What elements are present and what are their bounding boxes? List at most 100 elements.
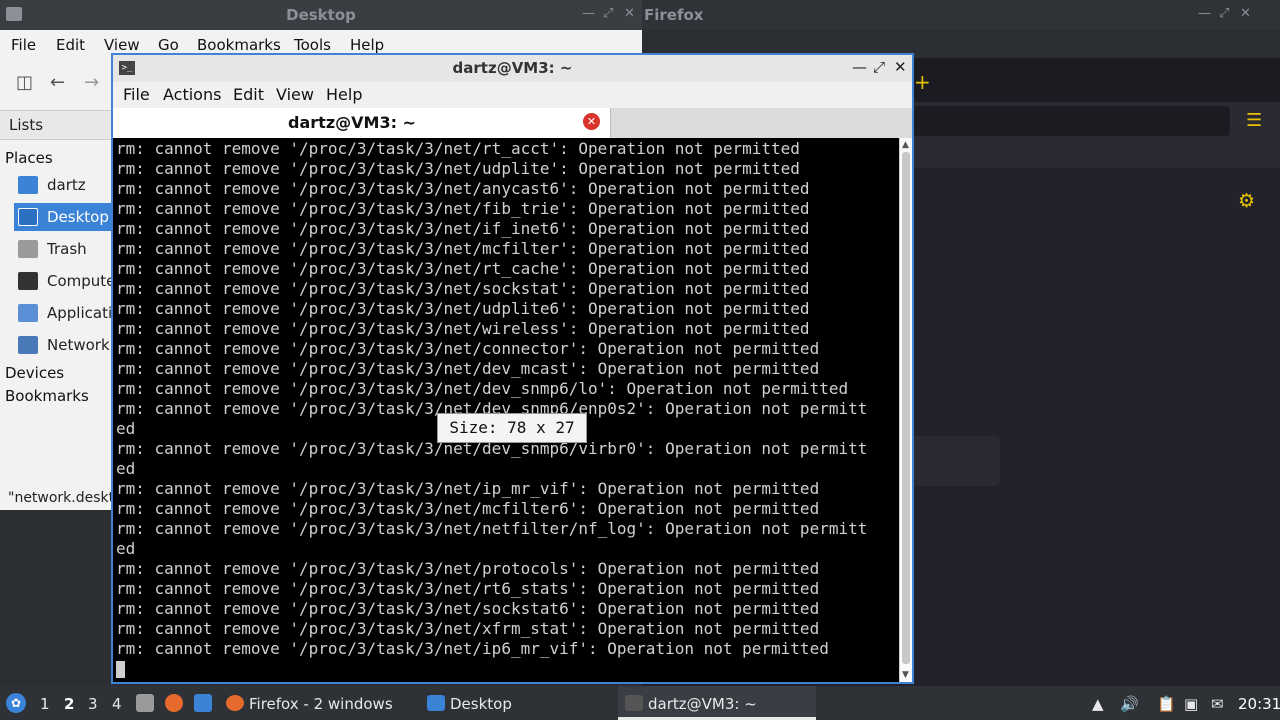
terminal-line: rm: cannot remove '/proc/3/task/3/net/ud… (116, 159, 800, 178)
sidebar-mode-selector[interactable]: Lists (0, 110, 112, 140)
sidebar-item-trash[interactable]: Trash (14, 235, 112, 263)
terminal-line: rm: cannot remove '/proc/3/task/3/net/rt… (116, 139, 800, 158)
firefox-url-bar[interactable] (912, 106, 1230, 136)
terminal-titlebar[interactable]: >_ dartz@VM3: ~ — ⤢ ✕ (113, 55, 912, 82)
terminal-line: rm: cannot remove '/proc/3/task/3/net/co… (116, 339, 820, 358)
scroll-up-icon[interactable]: ▲ (902, 140, 909, 150)
terminal-line: rm: cannot remove '/proc/3/task/3/net/so… (116, 279, 810, 298)
task-firefox[interactable]: Firefox - 2 windows (220, 686, 416, 720)
scrollbar-thumb[interactable] (902, 152, 910, 664)
gear-icon[interactable]: ⚙ (1238, 190, 1255, 212)
desktop-launcher-icon[interactable] (194, 694, 212, 712)
sidebar-item-network[interactable]: Network (14, 331, 112, 359)
terminal-line: ed (116, 539, 136, 558)
menu-help[interactable]: Help (350, 36, 384, 54)
workspace-3[interactable]: 3 (88, 695, 98, 713)
sidebar-item-label: Computer (47, 272, 112, 290)
devices-header[interactable]: Devices (5, 364, 64, 382)
sidebar-item-dartz[interactable]: dartz (14, 171, 112, 199)
terminal-line: rm: cannot remove '/proc/3/task/3/net/so… (116, 599, 820, 618)
forward-arrow-icon[interactable]: → (84, 72, 99, 93)
terminal-line: rm: cannot remove '/proc/3/task/3/net/an… (116, 179, 810, 198)
terminal-line: rm: cannot remove '/proc/3/task/3/net/xf… (116, 619, 820, 638)
workspace-1[interactable]: 1 (40, 695, 50, 713)
terminal-scrollbar[interactable]: ▲ ▼ (899, 138, 912, 682)
firefox-titlebar[interactable]: Firefox — ⤢ ✕ (642, 0, 1280, 30)
sidebar-item-label: Applications (47, 304, 112, 322)
menu-file[interactable]: File (11, 36, 36, 54)
close-icon[interactable]: ✕ (1240, 6, 1251, 21)
task-terminal[interactable]: dartz@VM3: ~ (618, 686, 816, 720)
terminal-line: rm: cannot remove '/proc/3/task/3/net/ip… (116, 479, 820, 498)
tray-up-arrow-icon[interactable]: ▲ (1092, 695, 1104, 713)
terminal-line: rm: cannot remove '/proc/3/task/3/net/ip… (116, 639, 829, 658)
menu-edit[interactable]: Edit (56, 36, 85, 54)
file-manager-titlebar[interactable]: Desktop — ⤢ ✕ (0, 0, 642, 30)
sidebar-item-label: Network (47, 336, 110, 354)
close-icon[interactable]: ✕ (624, 6, 635, 21)
file-manager-statusbar: "network.desktop" (0, 486, 112, 510)
back-arrow-icon[interactable]: ← (50, 72, 65, 93)
menu-go[interactable]: Go (158, 36, 179, 54)
clipboard-icon[interactable]: 📋 (1157, 695, 1176, 713)
terminal-tab[interactable]: dartz@VM3: ~ ✕ (113, 108, 611, 138)
notification-icon[interactable]: ✉ (1211, 695, 1224, 713)
workspace-4[interactable]: 4 (112, 695, 122, 713)
sidebar-item-label: Trash (47, 240, 87, 258)
sidebar-item-label: dartz (47, 176, 86, 194)
places-header[interactable]: Places (5, 149, 53, 167)
minimize-icon[interactable]: — (1198, 6, 1211, 21)
sidebar-mode-label: Lists (9, 116, 44, 134)
firefox-launcher-icon[interactable] (165, 694, 183, 712)
terminal-tabbar: dartz@VM3: ~ ✕ (113, 108, 912, 138)
terminal-output[interactable]: rm: cannot remove '/proc/3/task/3/net/rt… (113, 138, 899, 682)
new-tab-plus-icon[interactable]: + (914, 70, 931, 94)
taskbar: ✿ 1 2 3 4 Firefox - 2 windows Desktop da… (0, 686, 1280, 720)
menu-bookmarks[interactable]: Bookmarks (197, 36, 281, 54)
sidebar-item-desktop[interactable]: Desktop (14, 203, 112, 231)
sidebar-item-applications[interactable]: Applications (14, 299, 112, 327)
hamburger-menu-icon[interactable]: ☰ (1246, 110, 1262, 131)
display-icon[interactable]: ▣ (1184, 695, 1198, 713)
terminal-line: rm: cannot remove '/proc/3/task/3/net/de… (116, 379, 849, 398)
file-manager-toolbar: ◫ ← → (0, 58, 112, 110)
minimize-icon[interactable]: — (582, 6, 595, 21)
scroll-down-icon[interactable]: ▼ (902, 670, 909, 680)
terminal-line: rm: cannot remove '/proc/3/task/3/net/wi… (116, 319, 810, 338)
terminal-line: rm: cannot remove '/proc/3/task/3/net/rt… (116, 579, 820, 598)
bookmarks-header[interactable]: Bookmarks (5, 387, 89, 405)
tab-close-icon[interactable]: ✕ (583, 113, 600, 130)
menu-edit[interactable]: Edit (233, 85, 264, 104)
terminal-prompt-line (116, 659, 867, 679)
menu-view[interactable]: View (104, 36, 140, 54)
new-tab-icon[interactable]: ◫ (16, 72, 33, 93)
close-icon[interactable]: ✕ (894, 58, 907, 76)
maximize-icon[interactable]: ⤢ (873, 58, 885, 76)
file-manager-launcher-icon[interactable] (136, 694, 154, 712)
home-folder-icon (18, 176, 38, 194)
task-desktop[interactable]: Desktop (420, 686, 616, 720)
terminal-lines: rm: cannot remove '/proc/3/task/3/net/rt… (116, 139, 867, 679)
minimize-icon[interactable]: — (852, 58, 867, 76)
terminal-line: rm: cannot remove '/proc/3/task/3/net/ud… (116, 299, 810, 318)
task-label: dartz@VM3: ~ (648, 695, 757, 713)
firefox-icon (226, 695, 244, 711)
workspace-2[interactable]: 2 (64, 695, 74, 713)
computer-icon (18, 272, 38, 290)
maximize-icon[interactable]: ⤢ (603, 6, 613, 21)
firefox-bookmarks-bar (912, 142, 1280, 168)
menu-tools[interactable]: Tools (294, 36, 331, 54)
start-menu-icon[interactable]: ✿ (6, 693, 26, 713)
sidebar-item-computer[interactable]: Computer (14, 267, 112, 295)
menu-help[interactable]: Help (326, 85, 362, 104)
terminal-line: rm: cannot remove '/proc/3/task/3/net/mc… (116, 239, 810, 258)
menu-file[interactable]: File (123, 85, 150, 104)
maximize-icon[interactable]: ⤢ (1219, 6, 1229, 21)
menu-view[interactable]: View (276, 85, 314, 104)
terminal-line: rm: cannot remove '/proc/3/task/3/net/mc… (116, 499, 820, 518)
menu-actions[interactable]: Actions (163, 85, 221, 104)
terminal-title: dartz@VM3: ~ (452, 59, 573, 77)
clock[interactable]: 20:31 (1238, 695, 1280, 713)
volume-icon[interactable]: 🔊 (1120, 695, 1139, 713)
file-manager-sidebar: Lists Places dartz Desktop Trash Compute… (0, 110, 112, 510)
